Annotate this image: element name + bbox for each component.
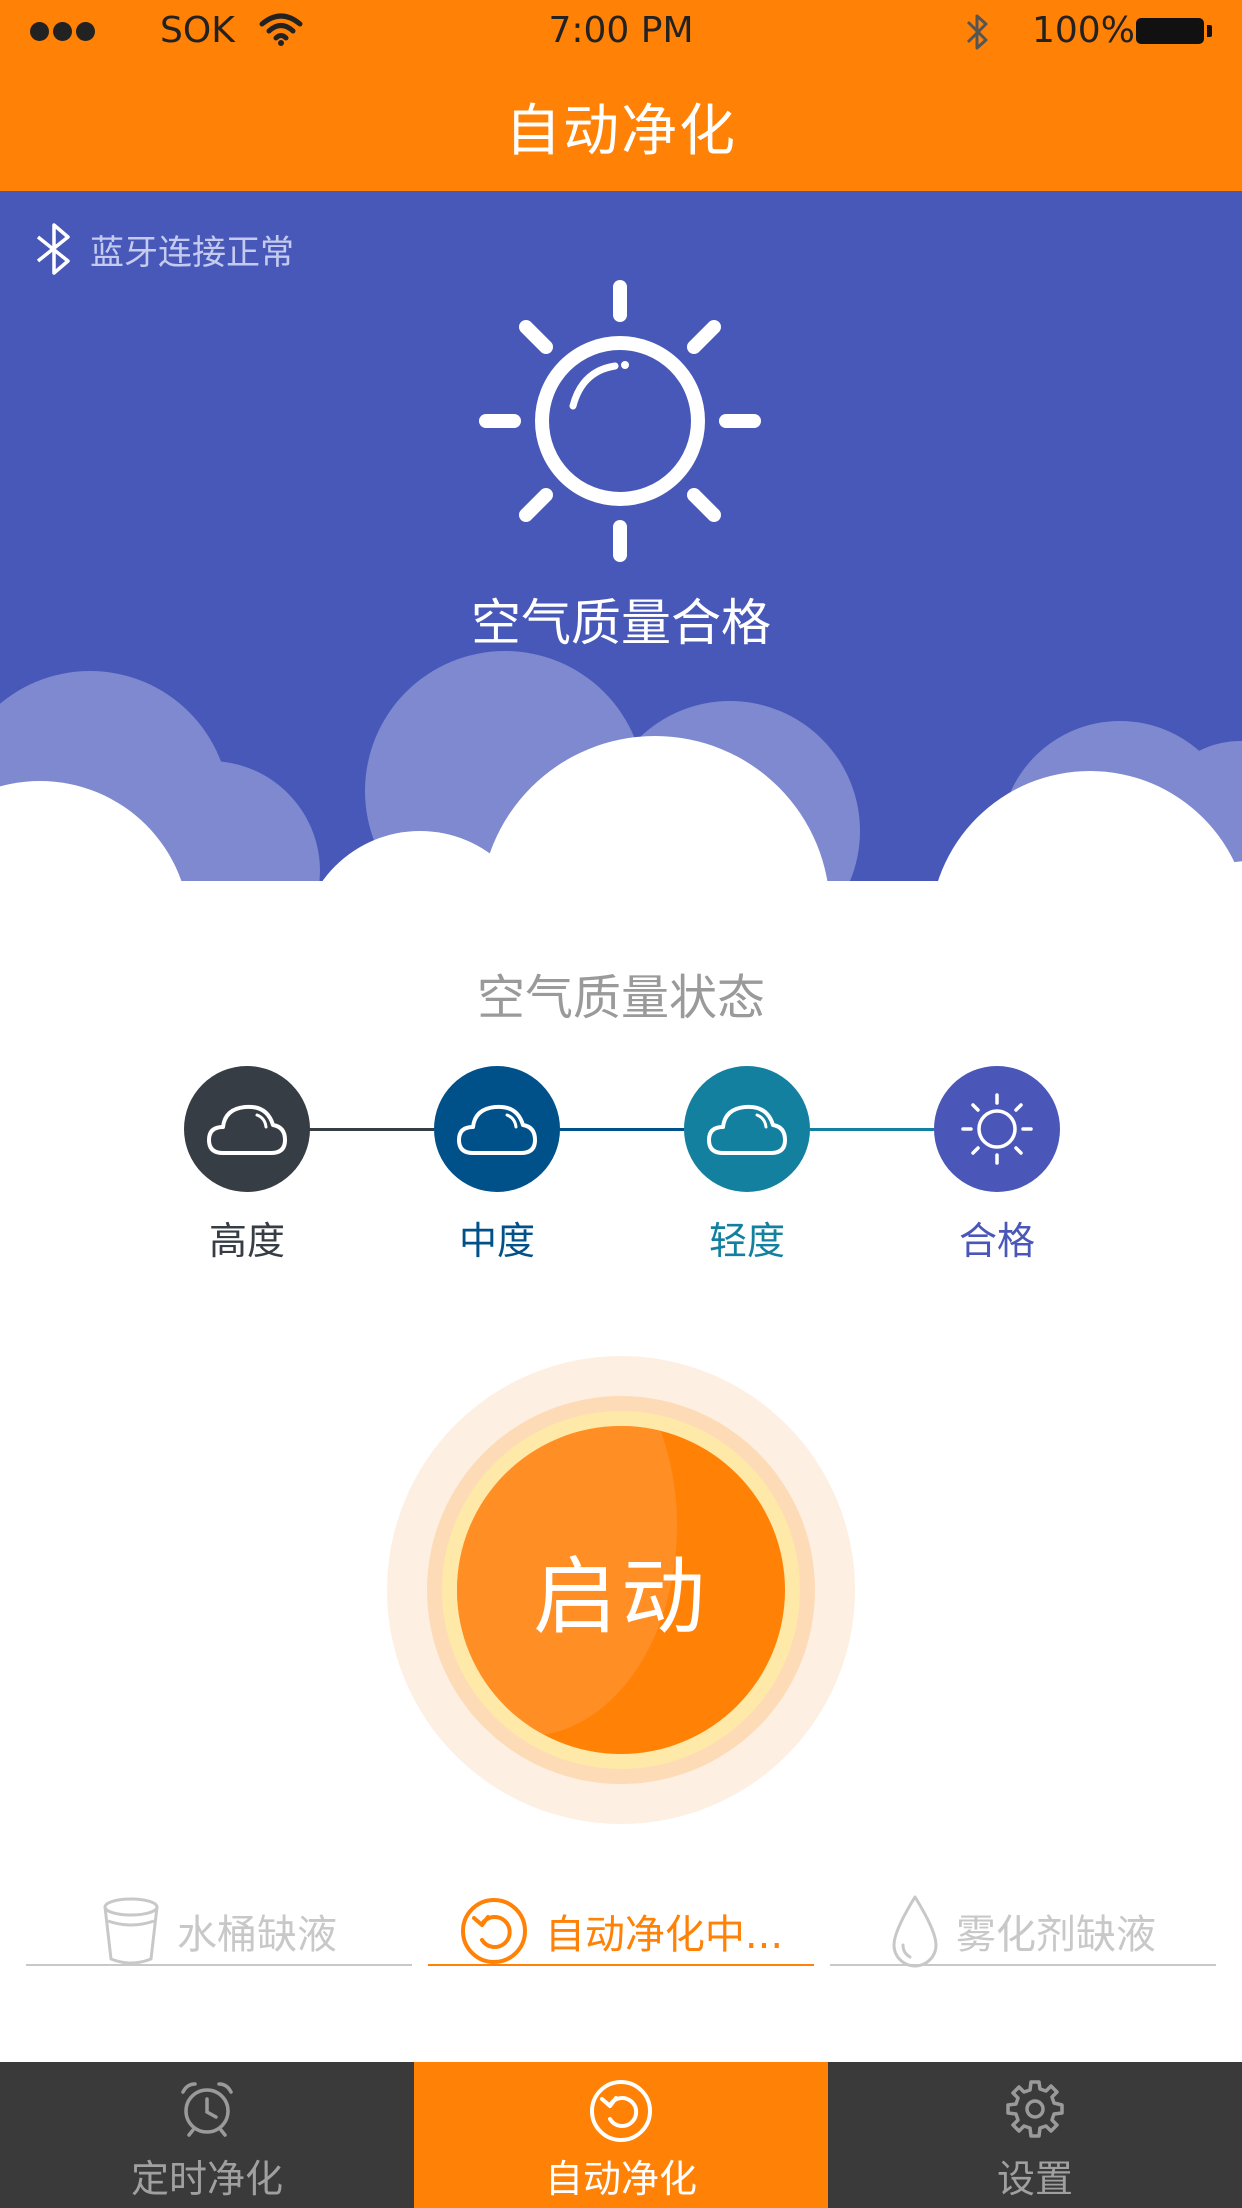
air-quality-text: 空气质量合格 xyxy=(471,594,771,652)
page-title: 自动净化 xyxy=(505,99,737,164)
header: SOK 7:00 PM 100% 自动净化 xyxy=(0,0,1242,191)
status-atomizer-text: 雾化剂缺液 xyxy=(956,1912,1156,1958)
quality-status-title: 空气质量状态 xyxy=(476,970,765,1026)
air-quality-hero: 蓝牙连接正常 空气质量合格 xyxy=(0,191,1242,911)
start-button[interactable]: 启动 xyxy=(457,1426,785,1754)
start-button-label: 启动 xyxy=(532,1547,709,1646)
cloud-icon xyxy=(207,1104,287,1155)
tab-auto-purify[interactable]: 自动净化 xyxy=(414,2062,828,2208)
level-light-circle xyxy=(684,1066,810,1192)
level-light: 轻度 xyxy=(684,1066,810,1265)
level-good: 合格 xyxy=(934,1066,1060,1265)
gear-icon xyxy=(1006,2080,1064,2138)
status-atomizer-empty: 雾化剂缺液 xyxy=(830,1886,1216,1976)
status-bucket-empty: 水桶缺液 xyxy=(26,1886,412,1976)
battery-percent: 100% xyxy=(1032,10,1135,51)
app-screen: SOK 7:00 PM 100% 自动净化 蓝牙连接正常 空气质量合格 空气质量… xyxy=(0,0,1242,2208)
cloud-icon xyxy=(707,1104,787,1155)
bluetooth-icon xyxy=(36,223,70,275)
sun-icon xyxy=(479,280,761,562)
cloud-icon xyxy=(457,1104,537,1155)
bluetooth-status-text: 蓝牙连接正常 xyxy=(90,232,294,273)
bluetooth-status: 蓝牙连接正常 xyxy=(32,221,294,277)
level-medium-label: 中度 xyxy=(458,1219,535,1263)
level-medium-circle xyxy=(434,1066,560,1192)
level-high-circle xyxy=(184,1066,310,1192)
tab-settings-label: 设置 xyxy=(996,2157,1073,2201)
status-underline xyxy=(26,1964,412,1966)
tab-settings[interactable]: 设置 xyxy=(828,2062,1242,2208)
status-auto-purifying: 自动净化中... xyxy=(428,1886,814,1976)
status-bucket-text: 水桶缺液 xyxy=(177,1912,337,1958)
level-light-label: 轻度 xyxy=(708,1219,785,1263)
level-high-label: 高度 xyxy=(208,1219,285,1263)
tab-auto-purify-label: 自动净化 xyxy=(544,2157,697,2201)
battery-icon xyxy=(1136,18,1204,44)
level-good-circle xyxy=(934,1066,1060,1192)
status-underline xyxy=(830,1964,1216,1966)
level-medium: 中度 xyxy=(434,1066,560,1265)
status-auto-purifying-text: 自动净化中... xyxy=(544,1912,784,1958)
level-good-label: 合格 xyxy=(958,1219,1035,1263)
refresh-icon xyxy=(460,1898,527,1964)
level-high: 高度 xyxy=(184,1066,310,1265)
status-bar: SOK 7:00 PM 100% xyxy=(0,0,1242,64)
droplet-icon xyxy=(892,1895,938,1968)
tab-bar: 定时净化 自动净化 设置 xyxy=(0,2062,1242,2208)
alarm-clock-icon xyxy=(181,2082,233,2137)
refresh-icon xyxy=(590,2080,652,2142)
quality-levels: 高度 中度 轻度 合格 xyxy=(0,1066,1242,1266)
device-status-strip: 水桶缺液 自动净化中... 雾化剂缺液 xyxy=(0,1886,1242,1976)
bluetooth-icon xyxy=(966,14,988,50)
start-button-area: 启动 xyxy=(387,1356,855,1824)
tab-timed-purify-label: 定时净化 xyxy=(130,2157,283,2201)
sun-icon xyxy=(961,1093,1033,1165)
battery-cap xyxy=(1207,25,1212,37)
status-underline xyxy=(428,1964,814,1966)
tab-timed-purify[interactable]: 定时净化 xyxy=(0,2062,414,2208)
bucket-icon xyxy=(103,1897,159,1965)
